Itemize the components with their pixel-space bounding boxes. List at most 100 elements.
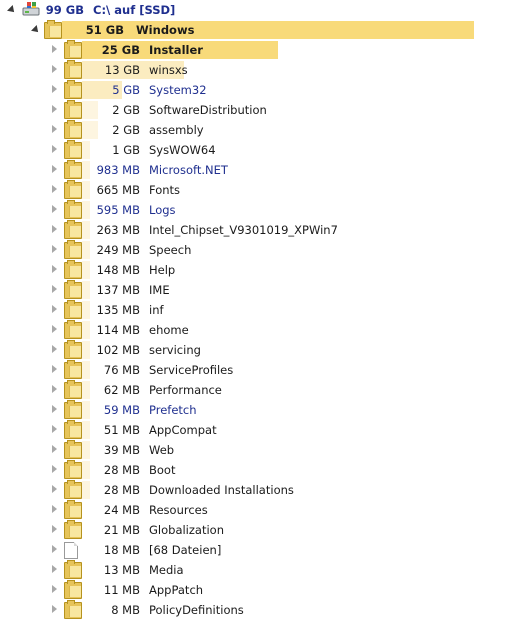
item-name: Logs [149,203,176,217]
item-size: 595 MB [96,203,140,217]
folder-icon [64,40,82,59]
item-size: 18 MB [103,543,140,557]
item-size: 13 MB [103,563,140,577]
folder-icon [64,360,82,379]
folder-icon [64,600,82,619]
expand-toggle-icon[interactable] [52,325,57,333]
item-name: assembly [149,123,204,137]
tree-row[interactable]: 2 GB assembly [0,120,528,140]
folder-size-tree: 99 GB C:\ auf [SSD] 51 GB Windows 25 GB Ins… [0,0,528,623]
tree-row[interactable]: 13 GB winsxs [0,60,528,80]
tree-row[interactable]: 595 MB Logs [0,200,528,220]
tree-row[interactable]: 5 GB System32 [0,80,528,100]
item-size: 8 MB [111,603,140,617]
tree-row[interactable]: 263 MB Intel_Chipset_V9301019_XPWin7 [0,220,528,240]
expand-toggle-icon[interactable] [52,245,57,253]
tree-row[interactable]: 76 MB ServiceProfiles [0,360,528,380]
expand-toggle-icon[interactable] [52,165,57,173]
tree-row[interactable]: 13 MB Media [0,560,528,580]
tree-row[interactable]: 25 GB Installer [0,40,528,60]
expand-toggle-icon[interactable] [52,605,57,613]
tree-row[interactable]: 11 MB AppPatch [0,580,528,600]
item-size: 21 MB [103,523,140,537]
tree-row[interactable]: 983 MB Microsoft.NET [0,160,528,180]
tree-row[interactable]: 24 MB Resources [0,500,528,520]
expand-toggle-icon[interactable] [52,145,57,153]
folder-icon [64,120,82,139]
tree-row[interactable]: 1 GB SysWOW64 [0,140,528,160]
item-size: 76 MB [103,363,140,377]
expand-toggle-icon[interactable] [52,505,57,513]
expand-toggle-icon[interactable] [52,545,57,553]
item-name: Performance [149,383,222,397]
expand-toggle-icon[interactable] [7,5,17,15]
tree-row[interactable]: 148 MB Help [0,260,528,280]
item-size: 24 MB [103,503,140,517]
tree-row[interactable]: 39 MB Web [0,440,528,460]
item-name: Help [149,263,176,277]
tree-row[interactable]: 249 MB Speech [0,240,528,260]
tree-row[interactable]: 28 MB Boot [0,460,528,480]
expand-toggle-icon[interactable] [52,585,57,593]
expand-toggle-icon[interactable] [52,405,57,413]
item-name: Prefetch [149,403,197,417]
tree-row[interactable]: 62 MB Performance [0,380,528,400]
expand-toggle-icon[interactable] [52,125,57,133]
expand-toggle-icon[interactable] [52,445,57,453]
expand-toggle-icon[interactable] [52,265,57,273]
expand-toggle-icon[interactable] [52,305,57,313]
item-name: Boot [149,463,176,477]
tree-row-drive[interactable]: 99 GB C:\ auf [SSD] [0,0,528,20]
expand-toggle-icon[interactable] [52,85,57,93]
expand-toggle-icon[interactable] [52,345,57,353]
collapse-toggle-icon[interactable] [31,25,41,35]
tree-row[interactable]: 135 MB inf [0,300,528,320]
expand-toggle-icon[interactable] [52,285,57,293]
item-name: inf [149,303,164,317]
expand-toggle-icon[interactable] [52,105,57,113]
tree-row[interactable]: 2 GB SoftwareDistribution [0,100,528,120]
tree-row[interactable]: 59 MB Prefetch [0,400,528,420]
item-name: ServiceProfiles [149,363,234,377]
expand-toggle-icon[interactable] [52,465,57,473]
item-size: 28 MB [103,463,140,477]
item-size: 983 MB [96,163,140,177]
expand-toggle-icon[interactable] [52,525,57,533]
expand-toggle-icon[interactable] [52,385,57,393]
folder-icon [64,440,82,459]
item-name: Globalization [149,523,224,537]
tree-row[interactable]: 18 MB [68 Dateien] [0,540,528,560]
folder-icon [64,400,82,419]
folder-icon [64,160,82,179]
item-name: Intel_Chipset_V9301019_XPWin7 [149,223,338,237]
item-size: 25 GB [101,43,140,57]
expand-toggle-icon[interactable] [52,65,57,73]
tree-row[interactable]: 102 MB servicing [0,340,528,360]
tree-row[interactable]: 51 GB Windows [0,20,528,40]
item-name: Installer [149,43,203,57]
folder-icon [64,340,82,359]
expand-toggle-icon[interactable] [52,485,57,493]
expand-toggle-icon[interactable] [52,565,57,573]
expand-toggle-icon[interactable] [52,185,57,193]
item-size: 39 MB [103,443,140,457]
item-size: 2 GB [112,103,140,117]
item-name: Web [149,443,175,457]
item-size: 2 GB [112,123,140,137]
item-size: 148 MB [96,263,140,277]
item-name: AppPatch [149,583,204,597]
expand-toggle-icon[interactable] [52,225,57,233]
tree-row[interactable]: 137 MB IME [0,280,528,300]
expand-toggle-icon[interactable] [52,365,57,373]
tree-row[interactable]: 8 MB PolicyDefinitions [0,600,528,620]
tree-row[interactable]: 665 MB Fonts [0,180,528,200]
tree-row[interactable]: 114 MB ehome [0,320,528,340]
tree-row[interactable]: 21 MB Globalization [0,520,528,540]
tree-row[interactable]: 28 MB Downloaded Installations [0,480,528,500]
tree-row[interactable]: 51 MB AppCompat [0,420,528,440]
item-name: Fonts [149,183,181,197]
folder-icon [64,180,82,199]
expand-toggle-icon[interactable] [52,45,57,53]
expand-toggle-icon[interactable] [52,205,57,213]
expand-toggle-icon[interactable] [52,425,57,433]
